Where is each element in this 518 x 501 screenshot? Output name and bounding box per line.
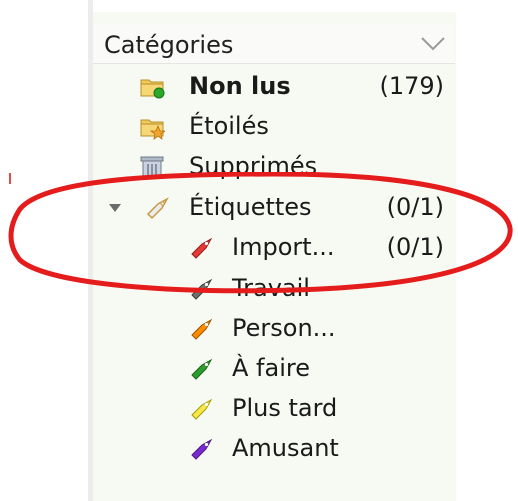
tag-item-label: Person...	[232, 314, 336, 342]
tag-item-label: À faire	[232, 354, 310, 382]
annotation-ellipse	[8, 172, 513, 294]
sidebar-item-label: Étoilés	[189, 112, 269, 140]
unread-folder-icon	[140, 79, 165, 99]
tag-item-label: Plus tard	[232, 394, 338, 422]
category-title: Catégories	[104, 31, 234, 59]
green-tag-icon	[191, 358, 213, 380]
sidebar-item-starred[interactable]: Étoilés	[93, 108, 456, 148]
purple-tag-icon	[191, 438, 213, 460]
sidebar-item-unread[interactable]: Non lus (179)	[93, 68, 456, 108]
tag-item-label: Amusant	[232, 434, 339, 462]
tag-item-todo[interactable]: À faire	[93, 350, 456, 390]
starred-folder-icon	[140, 119, 165, 140]
sidebar-item-count: (179)	[379, 72, 444, 100]
sidebar-item-label: Non lus	[189, 72, 291, 100]
orange-tag-icon	[191, 318, 213, 340]
category-header[interactable]: Catégories	[93, 24, 455, 64]
yellow-tag-icon	[191, 398, 213, 420]
tag-item-personal[interactable]: Person...	[93, 310, 456, 350]
tag-item-fun[interactable]: Amusant	[93, 430, 456, 470]
chevron-down-icon[interactable]	[420, 34, 446, 52]
tag-item-later[interactable]: Plus tard	[93, 390, 456, 430]
